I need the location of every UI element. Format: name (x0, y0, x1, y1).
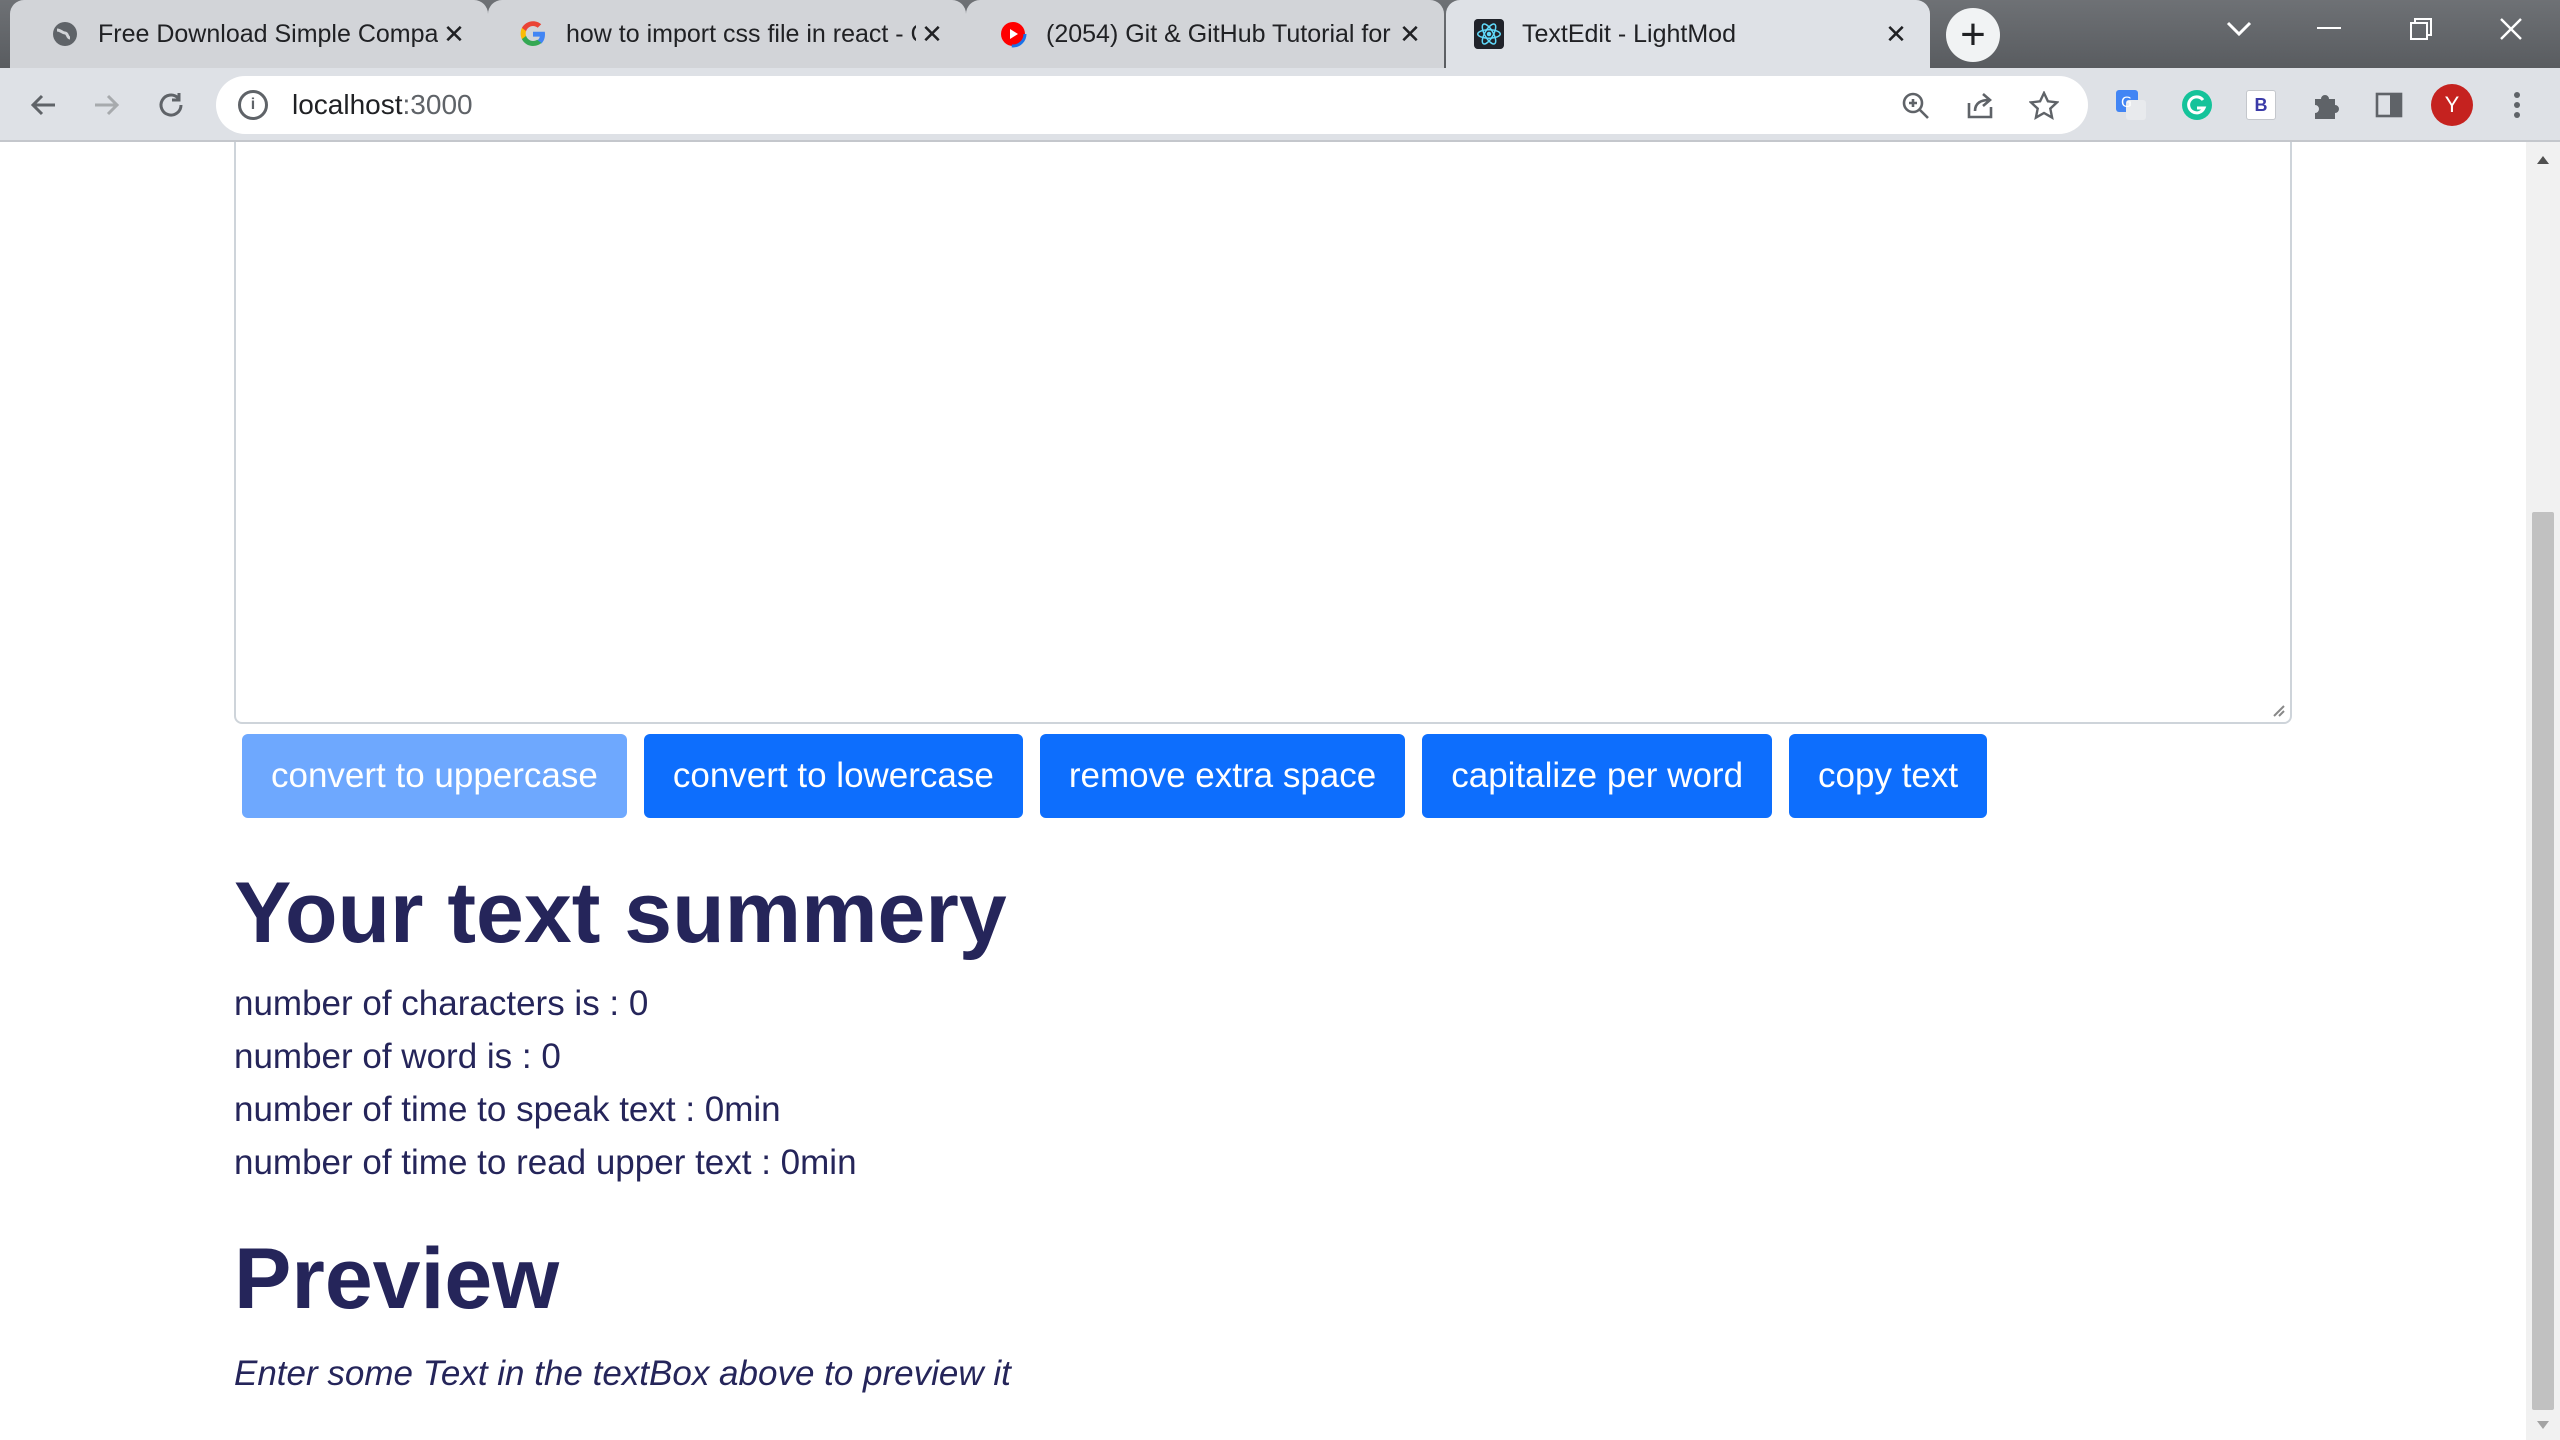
youtube-icon (998, 19, 1028, 49)
reload-button[interactable] (148, 82, 194, 128)
b-extension-icon[interactable]: B (2242, 86, 2280, 124)
address-bar[interactable]: i localhost:3000 (216, 76, 2088, 134)
read-time: number of time to read upper text : 0min (234, 1143, 857, 1182)
new-tab-button[interactable]: + (1946, 8, 2000, 62)
site-info-icon[interactable]: i (238, 90, 268, 120)
text-input-area[interactable] (234, 142, 2292, 724)
google-icon (518, 19, 548, 49)
tab-title: (2054) Git & GitHub Tutorial for B (1046, 19, 1396, 48)
tab-title: how to import css file in react - C (566, 19, 916, 48)
speak-time: number of time to speak text : 0min (234, 1090, 781, 1129)
browser-toolbar: i localhost:3000 G B Y (0, 68, 2560, 142)
capitalize-button[interactable]: capitalize per word (1422, 734, 1773, 818)
svg-text:G: G (2121, 95, 2132, 111)
chevron-down-icon (2226, 21, 2252, 37)
arrow-right-icon (95, 94, 120, 116)
close-window-button[interactable] (2466, 0, 2556, 58)
bookmark-star-icon[interactable] (2026, 88, 2062, 124)
grammarly-extension-icon[interactable] (2178, 86, 2216, 124)
tab-close-button[interactable]: ✕ (1880, 18, 1912, 50)
tab-search-button[interactable] (2194, 0, 2284, 58)
preview-text: Enter some Text in the textBox above to … (234, 1354, 1011, 1393)
tab-title: TextEdit - LightMod (1522, 19, 1736, 48)
tab-close-button[interactable]: ✕ (1394, 18, 1426, 50)
tab-git-tutorial[interactable]: (2054) Git & GitHub Tutorial for B ✕ (966, 0, 1444, 68)
extensions-puzzle-icon[interactable] (2306, 86, 2344, 124)
tab-css-import[interactable]: how to import css file in react - C ✕ (488, 0, 966, 68)
profile-initial: Y (2431, 84, 2473, 126)
page-scrollbar[interactable] (2526, 142, 2560, 1440)
resize-grip-icon[interactable] (2268, 700, 2286, 718)
share-icon[interactable] (1962, 88, 1998, 124)
tab-close-button[interactable]: ✕ (438, 18, 470, 50)
profile-avatar[interactable]: Y (2430, 83, 2474, 127)
tab-strip: Free Download Simple Company ✕ how to im… (0, 0, 2560, 68)
remove-extra-space-button[interactable]: remove extra space (1039, 734, 1406, 818)
tab-title: Free Download Simple Company (98, 19, 438, 48)
reload-icon (159, 93, 183, 117)
summary-heading: Your text summery (234, 865, 1007, 961)
scrollbar-thumb[interactable] (2532, 512, 2554, 1410)
menu-icon[interactable] (2498, 86, 2536, 124)
restore-icon (2410, 18, 2432, 40)
restore-button[interactable] (2376, 0, 2466, 58)
react-icon (1474, 19, 1504, 49)
tab-close-button[interactable]: ✕ (916, 18, 948, 50)
word-count: number of word is : 0 (234, 1037, 561, 1076)
action-buttons: convert to uppercase convert to lowercas… (242, 734, 1988, 818)
tab-free-download[interactable]: Free Download Simple Company ✕ (10, 0, 488, 68)
side-panel-icon[interactable] (2370, 86, 2408, 124)
back-button[interactable] (20, 82, 66, 128)
arrow-left-icon (30, 94, 55, 116)
minimize-icon (2317, 27, 2341, 29)
plus-icon: + (1960, 10, 1986, 59)
uppercase-button[interactable]: convert to uppercase (242, 734, 627, 818)
character-count: number of characters is : 0 (234, 984, 649, 1023)
page-content: convert to uppercase convert to lowercas… (0, 142, 2526, 1440)
forward-button[interactable] (84, 82, 130, 128)
globe-icon (50, 19, 80, 49)
close-icon (2500, 18, 2522, 40)
minimize-button[interactable] (2284, 0, 2374, 58)
preview-heading: Preview (234, 1231, 560, 1327)
tab-textedit[interactable]: TextEdit - LightMod ✕ (1446, 0, 1930, 68)
b-extension-label: B (2246, 90, 2276, 120)
url-host: localhost (292, 89, 403, 120)
url-port: :3000 (402, 89, 473, 120)
scroll-down-arrow-icon[interactable] (2526, 1410, 2560, 1440)
scroll-up-arrow-icon[interactable] (2526, 142, 2560, 178)
zoom-icon[interactable] (1898, 88, 1934, 124)
translate-extension-icon[interactable]: G (2112, 86, 2150, 124)
lowercase-button[interactable]: convert to lowercase (643, 734, 1023, 818)
copy-text-button[interactable]: copy text (1789, 734, 1988, 818)
url-text[interactable]: localhost:3000 (292, 89, 473, 121)
